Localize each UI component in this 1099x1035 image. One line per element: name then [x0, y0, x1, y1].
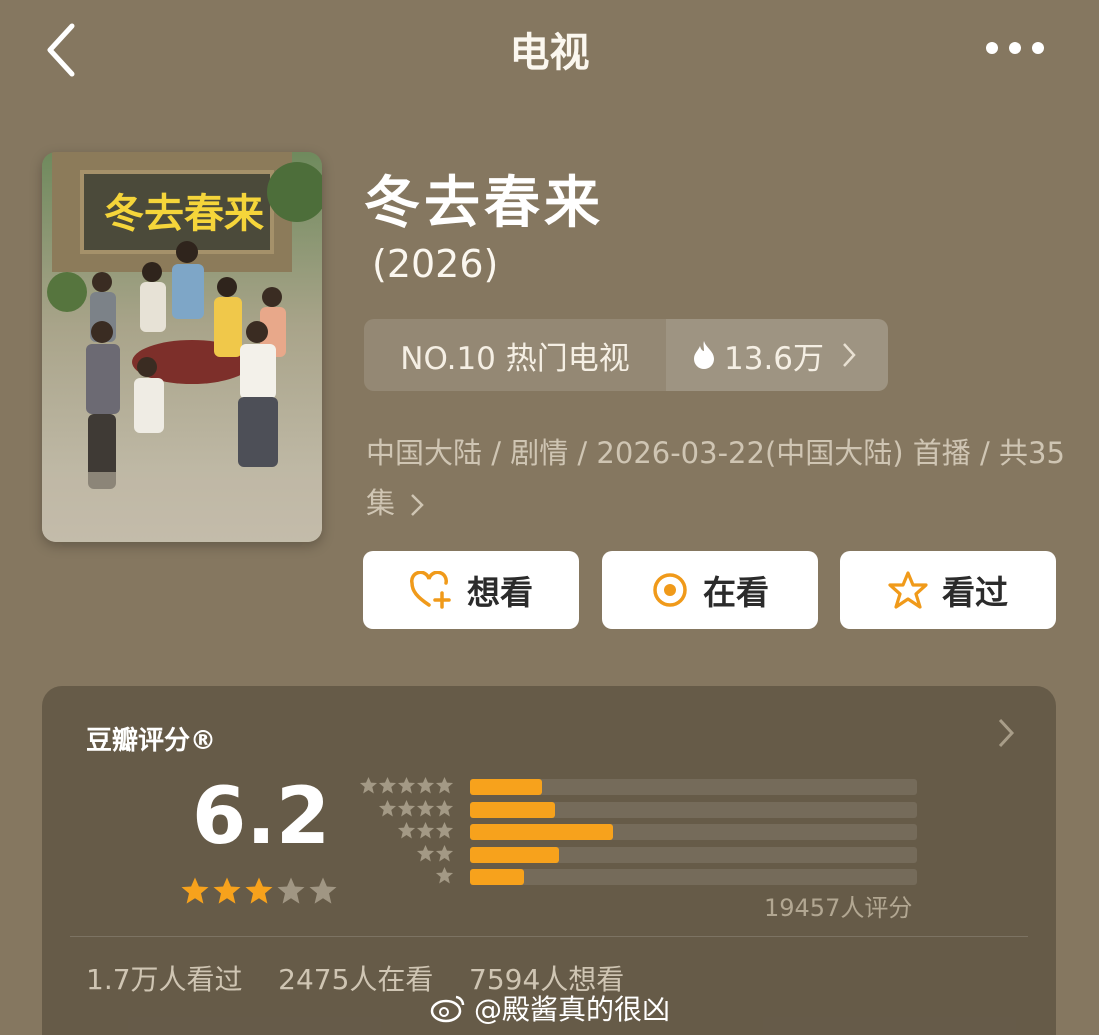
target-icon: [653, 573, 687, 607]
distribution-bar: [470, 869, 524, 885]
distribution-stars-label: [397, 821, 454, 840]
distribution-stars-label: [359, 776, 454, 795]
distribution-bar: [470, 846, 560, 863]
watched-label: 看过: [942, 573, 1008, 612]
weibo-icon: [430, 995, 465, 1023]
rating-count: 19457人评分: [764, 894, 913, 922]
watched-button[interactable]: 看过: [840, 551, 1056, 629]
watched-count: 1.7万人看过: [86, 963, 243, 996]
watermark-text: @殿酱真的很凶: [474, 993, 671, 1026]
rating-card[interactable]: 豆瓣评分® 6.2 19457人评分 1.7万人看过 2475人在看 7594人…: [42, 686, 1056, 1035]
star-filled-icon: [181, 877, 209, 904]
distribution-track: [470, 869, 917, 885]
distribution-row: [357, 799, 917, 819]
distribution-stars-label: [378, 799, 454, 818]
show-title: 冬去春来: [364, 171, 604, 236]
distribution-stars-label: [416, 844, 454, 863]
poster-title: 冬去春来: [104, 190, 264, 237]
distribution-bar: [470, 824, 614, 840]
distribution-row: [357, 866, 917, 886]
distribution-track: [470, 824, 917, 840]
watching-button[interactable]: 在看: [602, 551, 818, 629]
distribution-row: [357, 821, 917, 841]
poster-image[interactable]: 冬去春来: [42, 152, 322, 542]
distribution-track: [470, 779, 917, 795]
flame-icon: [694, 341, 714, 369]
chevron-right-icon[interactable]: [996, 716, 1016, 750]
rating-title: 豆瓣评分®: [86, 726, 217, 756]
want-to-watch-button[interactable]: 想看: [363, 551, 579, 629]
more-dots-icon[interactable]: [984, 36, 1046, 60]
star-small-icon: [397, 799, 416, 816]
distribution-row: [357, 776, 917, 796]
star-small-icon: [435, 799, 454, 816]
star-small-icon: [435, 776, 454, 794]
distribution-track: [470, 846, 917, 863]
distribution-row: [357, 844, 917, 864]
rating-score: 6.2: [192, 772, 331, 862]
star-small-icon: [397, 776, 416, 794]
star-small-icon: [416, 799, 435, 816]
watching-label: 在看: [703, 573, 769, 612]
star-small-icon: [378, 799, 397, 816]
watching-count: 2475人在看: [278, 963, 434, 996]
star-empty-icon: [309, 877, 337, 904]
star-small-icon: [416, 821, 435, 839]
star-small-icon: [359, 776, 378, 794]
star-small-icon: [416, 776, 435, 794]
star-small-icon: [435, 844, 454, 861]
chevron-right-icon: [843, 343, 856, 367]
watermark: @殿酱真的很凶: [430, 988, 670, 1028]
show-meta[interactable]: 中国大陆 / 剧情 / 2026-03-22(中国大陆) 首播 / 共35集: [366, 428, 1066, 528]
hot-count-button[interactable]: 13.6万: [666, 319, 888, 391]
rank-label: NO.10 热门电视: [400, 340, 630, 377]
star-small-icon: [416, 844, 435, 861]
distribution-track: [470, 801, 917, 818]
distribution-bar: [470, 779, 542, 795]
distribution-stars-label: [435, 866, 454, 885]
distribution-bar: [470, 801, 555, 818]
page-title: 电视: [509, 30, 590, 76]
star-outline-icon: [888, 571, 928, 609]
want-label: 想看: [467, 573, 533, 612]
star-empty-icon: [277, 877, 305, 904]
rank-badge[interactable]: NO.10 热门电视 13.6万: [364, 319, 888, 391]
show-year: (2026): [372, 242, 499, 286]
meta-text: 中国大陆 / 剧情 / 2026-03-22(中国大陆) 首播 / 共35集: [366, 436, 1065, 520]
heart-plus-icon: [410, 571, 451, 609]
chevron-right-icon: [411, 494, 425, 516]
rating-stars: [180, 876, 338, 906]
star-small-icon: [435, 821, 454, 839]
star-small-icon: [397, 821, 416, 839]
star-small-icon: [435, 866, 454, 884]
star-small-icon: [378, 776, 397, 794]
hot-count: 13.6万: [724, 340, 825, 377]
star-filled-icon: [213, 877, 241, 904]
divider: [70, 936, 1028, 937]
star-filled-icon: [245, 877, 273, 904]
